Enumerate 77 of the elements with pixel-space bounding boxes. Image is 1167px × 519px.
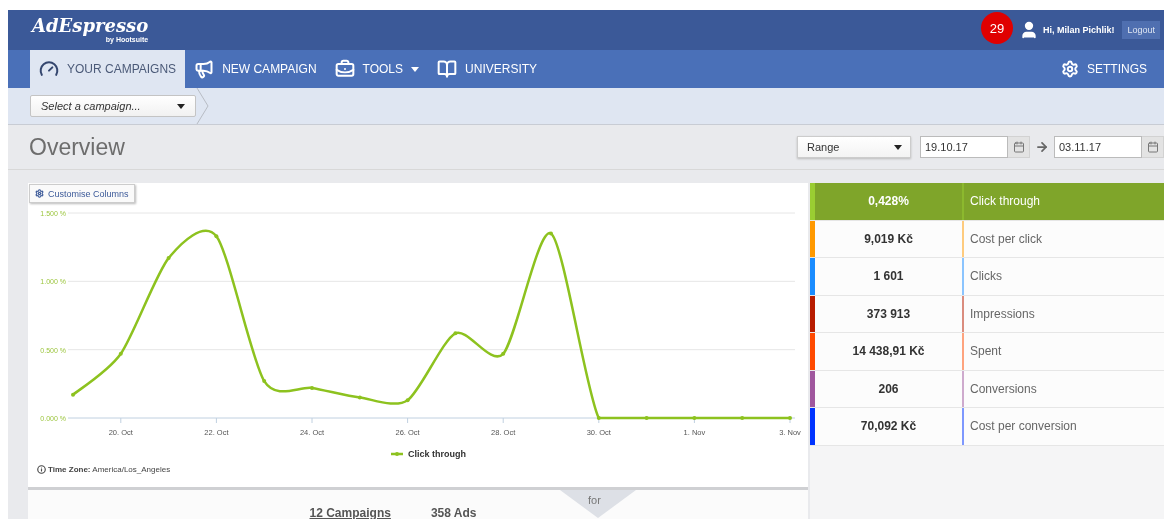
data-point: [453, 331, 458, 336]
caret-icon: [177, 103, 185, 109]
nav-label: TOOLS: [362, 62, 404, 76]
nav-label: NEW CAMPAIGN: [222, 62, 317, 76]
metric-label: Click through: [969, 193, 1042, 211]
nav-label: UNIVERSITY: [465, 62, 538, 76]
nav-tab[interactable]: UNIVERSITY: [428, 50, 547, 88]
data-point: [118, 351, 123, 356]
data-point: [166, 256, 171, 261]
metric-row[interactable]: 1 601 Clicks: [810, 258, 1164, 296]
book-icon: [437, 59, 458, 79]
data-point: [644, 416, 649, 420]
metric-label: Spent: [969, 343, 1003, 361]
data-point: [71, 392, 75, 397]
logout-button[interactable]: Logout: [1122, 21, 1160, 39]
metric-row[interactable]: 14 438,91 Kč Spent: [810, 333, 1164, 371]
metric-label: Conversions: [969, 380, 1038, 398]
metric-label: Cost per conversion: [969, 418, 1078, 436]
breadcrumb-chevron: [196, 88, 210, 124]
calendar-icon: [1012, 141, 1025, 153]
data-point: [740, 416, 745, 420]
page-title: Overview: [29, 133, 126, 161]
data-point: [262, 379, 267, 384]
calendar-button[interactable]: [1142, 136, 1164, 158]
data-point: [549, 231, 553, 236]
metric-value: 70,092 Kč: [859, 418, 918, 436]
data-point: [788, 416, 792, 420]
metric-value: 373 913: [865, 305, 912, 323]
nav-label: YOUR CAMPAIGNS: [67, 62, 177, 76]
ads-count: 358 Ads: [430, 506, 477, 519]
megaphone-icon: [194, 59, 215, 79]
nav-tab[interactable]: NEW CAMPAIGN: [185, 50, 326, 88]
metric-label: Impressions: [969, 305, 1036, 323]
legend-label: Click through: [408, 449, 466, 459]
data-point: [214, 234, 219, 239]
campaigns-link[interactable]: 12 Campaigns: [309, 506, 391, 519]
data-point: [405, 398, 410, 403]
metric-value: 1 601: [872, 268, 905, 286]
calendar-button[interactable]: [1008, 136, 1030, 158]
range-select[interactable]: Range: [797, 136, 911, 158]
legend-item[interactable]: Click through: [391, 449, 466, 459]
data-point: [310, 385, 314, 390]
briefcase-icon: [334, 59, 355, 79]
nav-tab[interactable]: YOUR CAMPAIGNS: [30, 50, 186, 88]
select-placeholder: Select a campaign...: [41, 100, 141, 112]
metric-row[interactable]: 70,092 Kč Cost per conversion: [810, 408, 1164, 446]
metric-value: 206: [877, 380, 900, 398]
data-point: [596, 416, 601, 420]
select-value: Range: [807, 141, 840, 153]
notification-badge[interactable]: 29: [980, 12, 1013, 44]
data-point: [501, 351, 506, 356]
campaign-select[interactable]: Select a campaign...: [30, 95, 196, 117]
metric-row[interactable]: 9,019 Kč Cost per click: [810, 220, 1164, 258]
calendar-icon: [1146, 141, 1159, 153]
nav-label: SETTINGS: [1087, 62, 1147, 76]
metric-row[interactable]: 206 Conversions: [810, 370, 1164, 408]
metric-value: 9,019 Kč: [863, 230, 914, 248]
date-field[interactable]: 03.11.17: [1054, 136, 1142, 158]
settings-icon: [1061, 60, 1079, 78]
metric-value: 0,428%: [867, 193, 910, 211]
info-icon: [37, 465, 46, 474]
greeting-text: Hi, Milan Pichlik!: [1042, 25, 1115, 35]
data-point: [357, 395, 362, 400]
gauge-icon: [39, 59, 59, 79]
timezone-text: Time Zone: America/Los_Angeles: [48, 465, 171, 474]
caret-icon: [894, 144, 902, 150]
settings-link[interactable]: SETTINGS: [1052, 50, 1156, 88]
metric-label: Clicks: [969, 268, 1003, 286]
metric-row[interactable]: 373 913 Impressions: [810, 295, 1164, 333]
customise-columns-button[interactable]: Customise Columns: [29, 184, 135, 203]
for-text: for: [588, 494, 601, 506]
gear-icon: [35, 189, 44, 198]
data-point: [692, 416, 697, 420]
nav-tab[interactable]: TOOLS: [325, 50, 429, 88]
date-field[interactable]: 19.10.17: [920, 136, 1008, 158]
metric-value: 14 438,91 Kč: [851, 343, 926, 361]
metric-label: Cost per click: [969, 230, 1044, 248]
